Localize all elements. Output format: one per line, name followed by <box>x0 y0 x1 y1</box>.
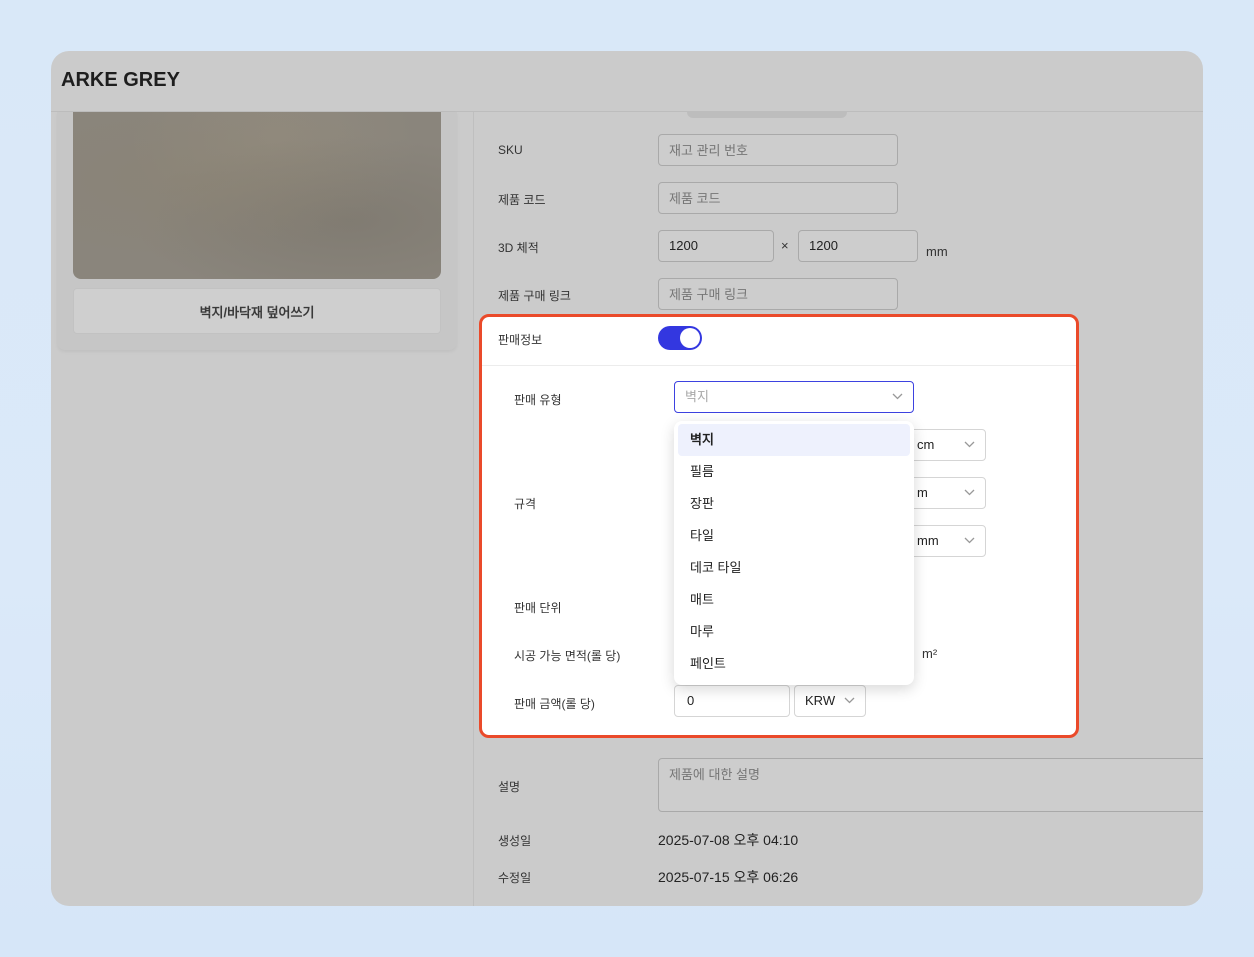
currency-select[interactable]: KRW <box>794 685 866 717</box>
description-label: 설명 <box>498 780 521 794</box>
chevron-down-icon <box>892 382 903 400</box>
spec-unit-3: mm <box>917 533 939 548</box>
sku-input[interactable] <box>658 134 898 166</box>
tab-bar-remnant <box>687 112 847 118</box>
dropdown-option-tile[interactable]: 타일 <box>678 520 910 552</box>
sale-type-placeholder: 벽지 <box>685 389 709 404</box>
sales-info-toggle[interactable] <box>658 326 702 350</box>
spec-label: 규격 <box>514 497 537 511</box>
chevron-down-icon <box>964 478 975 496</box>
dropdown-option-paint[interactable]: 페인트 <box>678 648 910 680</box>
dimensions-label: 3D 체적 <box>498 241 539 255</box>
sale-type-label: 판매 유형 <box>514 393 562 407</box>
description-textarea[interactable] <box>658 758 1203 812</box>
sale-type-select[interactable]: 벽지 <box>674 381 914 413</box>
modified-label: 수정일 <box>498 871 532 885</box>
dropdown-option-film[interactable]: 필름 <box>678 456 910 488</box>
purchase-link-label: 제품 구매 링크 <box>498 289 571 303</box>
toggle-knob <box>680 328 700 348</box>
dropdown-option-wallpaper[interactable]: 벽지 <box>678 424 910 456</box>
spec-unit-1: cm <box>917 437 935 452</box>
chevron-down-icon <box>964 430 975 448</box>
purchase-link-input[interactable] <box>658 278 898 310</box>
material-preview-card: 벽지/바닥재 덮어쓰기 <box>57 112 457 350</box>
spec-unit-2: m <box>917 485 928 500</box>
area-unit: m² <box>922 646 938 661</box>
dropdown-option-deco-tile[interactable]: 데코 타일 <box>678 552 910 584</box>
dimensions-unit: mm <box>926 244 948 259</box>
area-label: 시공 가능 면적(롤 당) <box>514 649 621 663</box>
product-code-label: 제품 코드 <box>498 193 546 207</box>
dropdown-option-mat[interactable]: 매트 <box>678 584 910 616</box>
sale-unit-label: 판매 단위 <box>514 601 562 615</box>
chevron-down-icon <box>844 686 855 704</box>
dropdown-option-linoleum[interactable]: 장판 <box>678 488 910 520</box>
product-code-input[interactable] <box>658 182 898 214</box>
material-texture-image <box>73 112 441 279</box>
title-bar: ARKE GREY <box>51 51 1203 112</box>
sale-type-dropdown: 벽지 필름 장판 타일 데코 타일 매트 마루 페인트 <box>674 421 914 685</box>
sales-info-panel: 판매정보 판매 유형 벽지 규격 cm m mm 판매 단위 시공 가능 면적(… <box>479 314 1079 738</box>
chevron-down-icon <box>964 526 975 544</box>
spec-unit-select-1[interactable]: cm <box>906 429 986 461</box>
price-input[interactable]: 0 <box>674 685 790 717</box>
overwrite-material-button[interactable]: 벽지/바닥재 덮어쓰기 <box>73 288 441 334</box>
panel-divider <box>482 365 1076 366</box>
times-sign: × <box>781 238 789 253</box>
created-label: 생성일 <box>498 834 532 848</box>
width-input[interactable]: 1200 <box>658 230 774 262</box>
column-divider <box>473 112 474 906</box>
modified-value: 2025-07-15 오후 06:26 <box>658 869 799 885</box>
sales-info-label: 판매정보 <box>498 333 543 347</box>
sku-label: SKU <box>498 143 523 157</box>
height-input[interactable]: 1200 <box>798 230 918 262</box>
page-title: ARKE GREY <box>61 69 180 91</box>
price-label: 판매 금액(롤 당) <box>514 697 595 711</box>
created-value: 2025-07-08 오후 04:10 <box>658 832 799 848</box>
currency-value: KRW <box>805 693 836 708</box>
spec-unit-select-2[interactable]: m <box>906 477 986 509</box>
dropdown-option-wood-floor[interactable]: 마루 <box>678 616 910 648</box>
spec-unit-select-3[interactable]: mm <box>906 525 986 557</box>
